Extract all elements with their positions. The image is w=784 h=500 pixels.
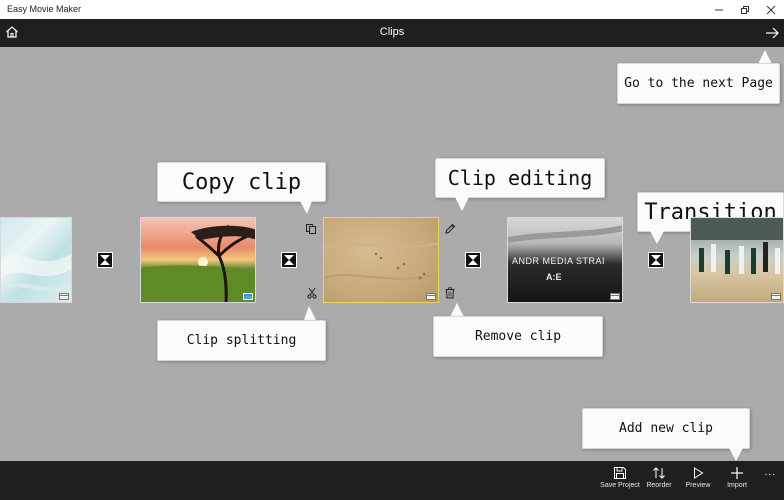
preview-button[interactable]: Preview	[676, 466, 720, 498]
copy-clip-button[interactable]	[305, 222, 317, 234]
callout-tail	[304, 306, 316, 320]
video-clip-icon	[426, 293, 436, 300]
transition-button[interactable]	[648, 252, 664, 268]
save-project-label: Save Project	[600, 482, 640, 489]
transition-button[interactable]	[97, 252, 113, 268]
ae-logo-text: A:E	[546, 272, 562, 282]
pencil-icon	[445, 223, 456, 234]
save-project-button[interactable]: Save Project	[598, 466, 642, 498]
restore-icon	[741, 5, 749, 14]
copy-icon	[306, 224, 316, 234]
callout-clip-editing: Clip editing	[435, 158, 605, 198]
transition-icon	[651, 255, 661, 265]
split-clip-button[interactable]	[306, 286, 318, 299]
video-clip-icon	[610, 293, 620, 300]
clip-thumbnail-basketball[interactable]	[690, 217, 784, 303]
app-title: Easy Movie Maker	[7, 4, 82, 14]
media-strait-image: ANDR MEDIA STRAI A:E	[508, 225, 622, 282]
callout-tail	[455, 197, 469, 211]
clip-thumbnail-beach[interactable]	[0, 217, 72, 303]
window-title-bar: Easy Movie Maker	[0, 0, 784, 19]
callout-clip-splitting: Clip splitting	[157, 320, 326, 361]
reorder-label: Reorder	[646, 482, 672, 489]
transition-icon	[100, 255, 110, 265]
play-icon	[694, 467, 704, 479]
minimize-icon	[715, 9, 723, 10]
clip-thumbnail-sand[interactable]	[323, 217, 439, 303]
trash-icon	[445, 287, 455, 299]
callout-remove-clip: Remove clip	[433, 316, 603, 357]
callout-tail	[450, 303, 464, 317]
arrow-right-icon	[766, 27, 779, 39]
restore-button[interactable]	[732, 0, 758, 19]
callout-tail	[650, 231, 664, 244]
sand-image	[324, 242, 438, 280]
remove-clip-button[interactable]	[444, 286, 456, 299]
app-header: Clips	[0, 19, 784, 47]
callout-tail	[758, 50, 772, 64]
scissors-icon	[307, 287, 317, 299]
page-title: Clips	[379, 26, 405, 38]
callout-next-page: Go to the next Page	[617, 63, 780, 104]
sunset-tree-image	[141, 224, 255, 302]
minimize-button[interactable]	[706, 0, 732, 19]
next-page-button[interactable]	[764, 25, 780, 41]
import-label: Import	[727, 482, 747, 489]
clip-thumbnail-media-strait[interactable]: ANDR MEDIA STRAI A:E	[507, 217, 623, 303]
image-clip-icon	[243, 293, 253, 300]
reorder-icon	[653, 467, 665, 479]
plus-icon	[731, 467, 743, 479]
edit-clip-button[interactable]	[444, 222, 456, 234]
callout-tail	[300, 201, 312, 214]
close-button[interactable]	[758, 0, 784, 19]
clip-thumbnail-sunset-tree[interactable]	[140, 217, 256, 303]
video-clip-icon	[771, 293, 781, 300]
reorder-button[interactable]: Reorder	[637, 466, 681, 498]
save-icon	[614, 467, 626, 479]
transition-icon	[468, 255, 478, 265]
beach-image	[1, 254, 71, 292]
callout-tail	[729, 448, 743, 461]
callout-add-new-clip: Add new clip	[582, 408, 750, 449]
more-options-button[interactable]: ...	[765, 467, 776, 478]
media-strait-sign-text: ANDR MEDIA STRAI	[512, 256, 605, 266]
import-button[interactable]: Import	[715, 466, 759, 498]
callout-copy-clip: Copy clip	[157, 162, 326, 202]
close-icon	[766, 5, 776, 14]
basketball-image	[691, 218, 783, 274]
transition-icon	[284, 255, 294, 265]
video-clip-icon	[59, 293, 69, 300]
transition-button[interactable]	[281, 252, 297, 268]
transition-button[interactable]	[465, 252, 481, 268]
preview-label: Preview	[685, 482, 711, 489]
